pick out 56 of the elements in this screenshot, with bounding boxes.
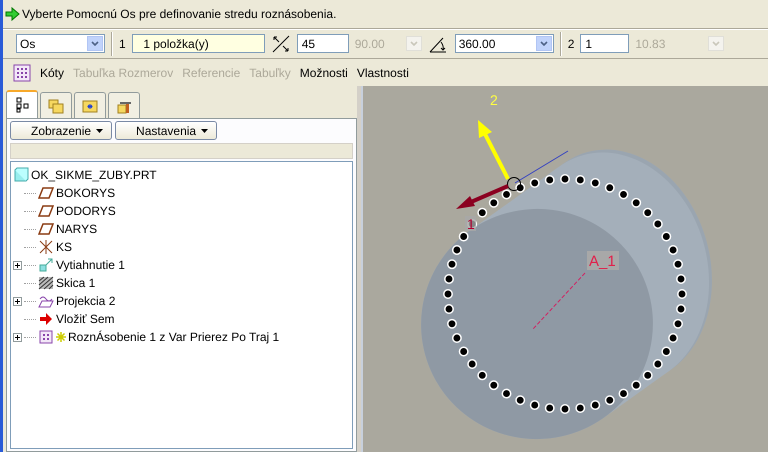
expand-toggle[interactable] — [13, 260, 22, 270]
tree-item[interactable]: NARYS — [56, 222, 98, 236]
panel-tab[interactable] — [6, 90, 38, 118]
expand-toggle[interactable] — [13, 296, 22, 306]
part-icon — [13, 167, 29, 183]
step-label: 2 — [568, 36, 574, 50]
prompt-text: Vyberte Pomocnú Os pre definovanie stredu roznásobenia. — [22, 7, 336, 21]
axis-label: A_1 — [589, 253, 616, 270]
tree-item[interactable]: Skica 1 — [56, 276, 96, 290]
tree-item[interactable]: Projekcia 2 — [56, 294, 116, 308]
tree-item[interactable]: PODORYS — [56, 204, 116, 218]
folders-icon — [48, 98, 64, 114]
dropdown-button[interactable]: Zobrazenie — [10, 121, 112, 140]
arrow-right-icon — [38, 311, 54, 327]
chevron-down-icon — [540, 41, 548, 46]
star-folder-icon — [82, 98, 98, 114]
caret-icon — [201, 128, 208, 132]
menu-link[interactable]: Vlastnosti — [356, 66, 409, 80]
count-field[interactable]: 45 — [296, 34, 349, 53]
direction-label: 2 — [490, 92, 498, 108]
axis-line — [532, 272, 586, 330]
step-label: 1 — [119, 36, 126, 50]
tree-item[interactable]: RoznÁsobenie 1 z Var Prierez Po Traj 1 — [68, 330, 280, 344]
type-dropdown[interactable]: Os — [16, 34, 105, 53]
hatched-sketch-icon — [38, 275, 54, 291]
pattern-icon — [38, 329, 54, 345]
axes-icon — [38, 239, 54, 255]
arrow-drawing — [456, 184, 509, 209]
tree-item[interactable]: KS — [56, 240, 72, 254]
dropdown-button[interactable]: Nastavenia — [115, 121, 218, 140]
count-icon — [270, 34, 291, 54]
star-icon — [56, 332, 66, 342]
axis-line — [514, 150, 568, 184]
chevron-down-icon — [410, 41, 418, 46]
tree-icon — [14, 97, 30, 113]
arrow-drawing — [478, 120, 510, 180]
grid-icon — [13, 64, 31, 82]
tree-item[interactable]: BOKORYS — [56, 186, 116, 200]
caret-icon — [96, 128, 104, 132]
angle-dropdown[interactable]: 360.00 — [454, 34, 554, 53]
direction-label: 1 — [467, 216, 475, 232]
selection-field[interactable]: 1 položka(y) — [132, 34, 265, 53]
extrude-icon — [38, 257, 54, 273]
value-field[interactable]: 1 — [580, 34, 630, 53]
arrow-right-icon — [5, 6, 20, 22]
chevron-down-icon — [712, 41, 720, 46]
menu-link[interactable]: Kóty — [40, 66, 64, 80]
tree-item[interactable]: Vytiahnutie 1 — [56, 258, 125, 272]
plane-icon — [38, 221, 54, 237]
chevron-down-icon — [91, 41, 99, 46]
expand-toggle[interactable] — [13, 332, 22, 342]
plane-icon — [38, 203, 54, 219]
plane-icon — [38, 185, 54, 201]
tree-item[interactable]: OK_SIKME_ZUBY.PRT — [31, 168, 157, 182]
tree-item[interactable]: Vložiť Sem — [56, 312, 115, 326]
menu-link[interactable]: Možnosti — [300, 66, 348, 80]
